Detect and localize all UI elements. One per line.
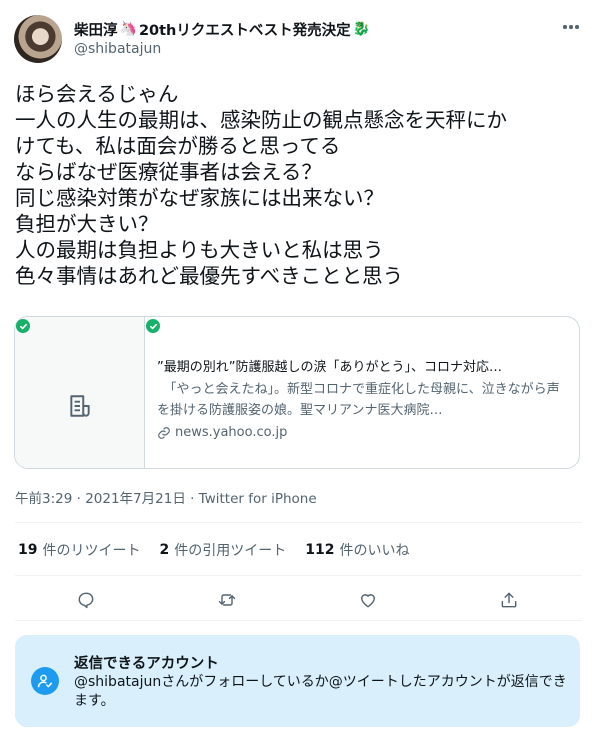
divider	[15, 522, 582, 523]
reply-notice-description: @shibatajunさんがフォローしているか@ツイートしたアカウントが返信でき…	[74, 674, 567, 709]
more-icon[interactable]	[560, 16, 582, 38]
tweet-actions	[0, 580, 597, 620]
quotes-count: 2	[159, 542, 170, 558]
author-name[interactable]: 柴田淳	[74, 19, 118, 40]
link-icon	[158, 426, 170, 439]
retweets-label: 件のリツイート	[42, 543, 141, 559]
retweet-icon[interactable]	[215, 588, 239, 612]
likes-count: 112	[305, 542, 335, 558]
avatar[interactable]	[14, 15, 62, 63]
tweet-line: 人の最期は負担よりも大きいと私は思う	[15, 238, 384, 262]
reply-icon[interactable]	[74, 588, 98, 612]
card-thumbnail	[15, 317, 145, 468]
card-title[interactable]: ”最期の別れ”防護服越しの涙「ありがとう」、コロナ対応…	[157, 359, 562, 377]
tweet-line: ならばなぜ医療従事者は会える？	[15, 160, 322, 184]
author-name-suffix[interactable]: 20thリクエストベスト発売決定	[139, 19, 351, 40]
tweet-line: 一人の人生の最期は、感染防止の観点懸念を天秤にか	[15, 108, 507, 132]
card-domain: news.yahoo.co.jp	[175, 425, 288, 440]
document-icon	[70, 395, 90, 417]
card-link[interactable]: news.yahoo.co.jp	[157, 425, 567, 440]
author-handle[interactable]: @shibatajun	[74, 41, 161, 57]
dragon-emoji-icon: 🐉	[352, 21, 371, 37]
check-icon	[146, 319, 160, 333]
divider	[15, 620, 582, 621]
likes-stat[interactable]: 112 件のいいね	[305, 540, 409, 560]
tweet-meta[interactable]: 午前3:29 · 2021年7月21日 · Twitter for iPhone	[15, 487, 317, 507]
share-icon[interactable]	[497, 588, 521, 612]
like-icon[interactable]	[356, 588, 380, 612]
tweet-line: けても、私は面会が勝ると思ってる	[15, 134, 341, 158]
quotes-label: 件の引用ツイート	[174, 543, 287, 559]
tweet-text: ほら会えるじゃん 一人の人生の最期は、感染防止の観点懸念を天秤にか けても、私は…	[15, 81, 585, 289]
tweet: 柴田淳 🦄 20thリクエストベスト発売決定 🐉 @shibatajun ほら会…	[0, 0, 597, 743]
card-description: 「やっと会えたね」。新型コロナで重症化した母親に、泣きながら声を掛ける防護服姿の…	[157, 382, 560, 418]
retweets-stat[interactable]: 19 件のリツイート	[18, 540, 140, 560]
check-icon	[16, 319, 30, 333]
quotes-stat[interactable]: 2 件の引用ツイート	[159, 540, 286, 560]
reply-restriction-notice: 返信できるアカウント @shibatajunさんがフォローしているか@ツイートし…	[15, 635, 580, 727]
tweet-line: 同じ感染対策がなぜ家族には出来ない？	[15, 186, 384, 210]
tweet-stats: 19 件のリツイート 2 件の引用ツイート 112 件のいいね	[18, 540, 428, 560]
retweets-count: 19	[18, 542, 38, 558]
tweet-line: ほら会えるじゃん	[15, 82, 179, 106]
reply-notice-title: 返信できるアカウント	[74, 656, 219, 672]
link-card[interactable]: ”最期の別れ”防護服越しの涙「ありがとう」、コロナ対応… 「やっと会えたね」。新…	[14, 316, 580, 469]
account-icon	[31, 667, 59, 695]
likes-label: 件のいいね	[339, 543, 410, 559]
unicorn-emoji-icon: 🦄	[119, 21, 137, 37]
tweet-line: 色々事情はあれど最優先すべきことと思う	[15, 264, 404, 288]
tweet-line: 負担が大きい？	[15, 212, 159, 236]
card-body: ”最期の別れ”防護服越しの涙「ありがとう」、コロナ対応… 「やっと会えたね」。新…	[157, 359, 567, 440]
divider	[15, 575, 582, 576]
author-name-row[interactable]: 柴田淳 🦄 20thリクエストベスト発売決定 🐉	[74, 18, 370, 40]
